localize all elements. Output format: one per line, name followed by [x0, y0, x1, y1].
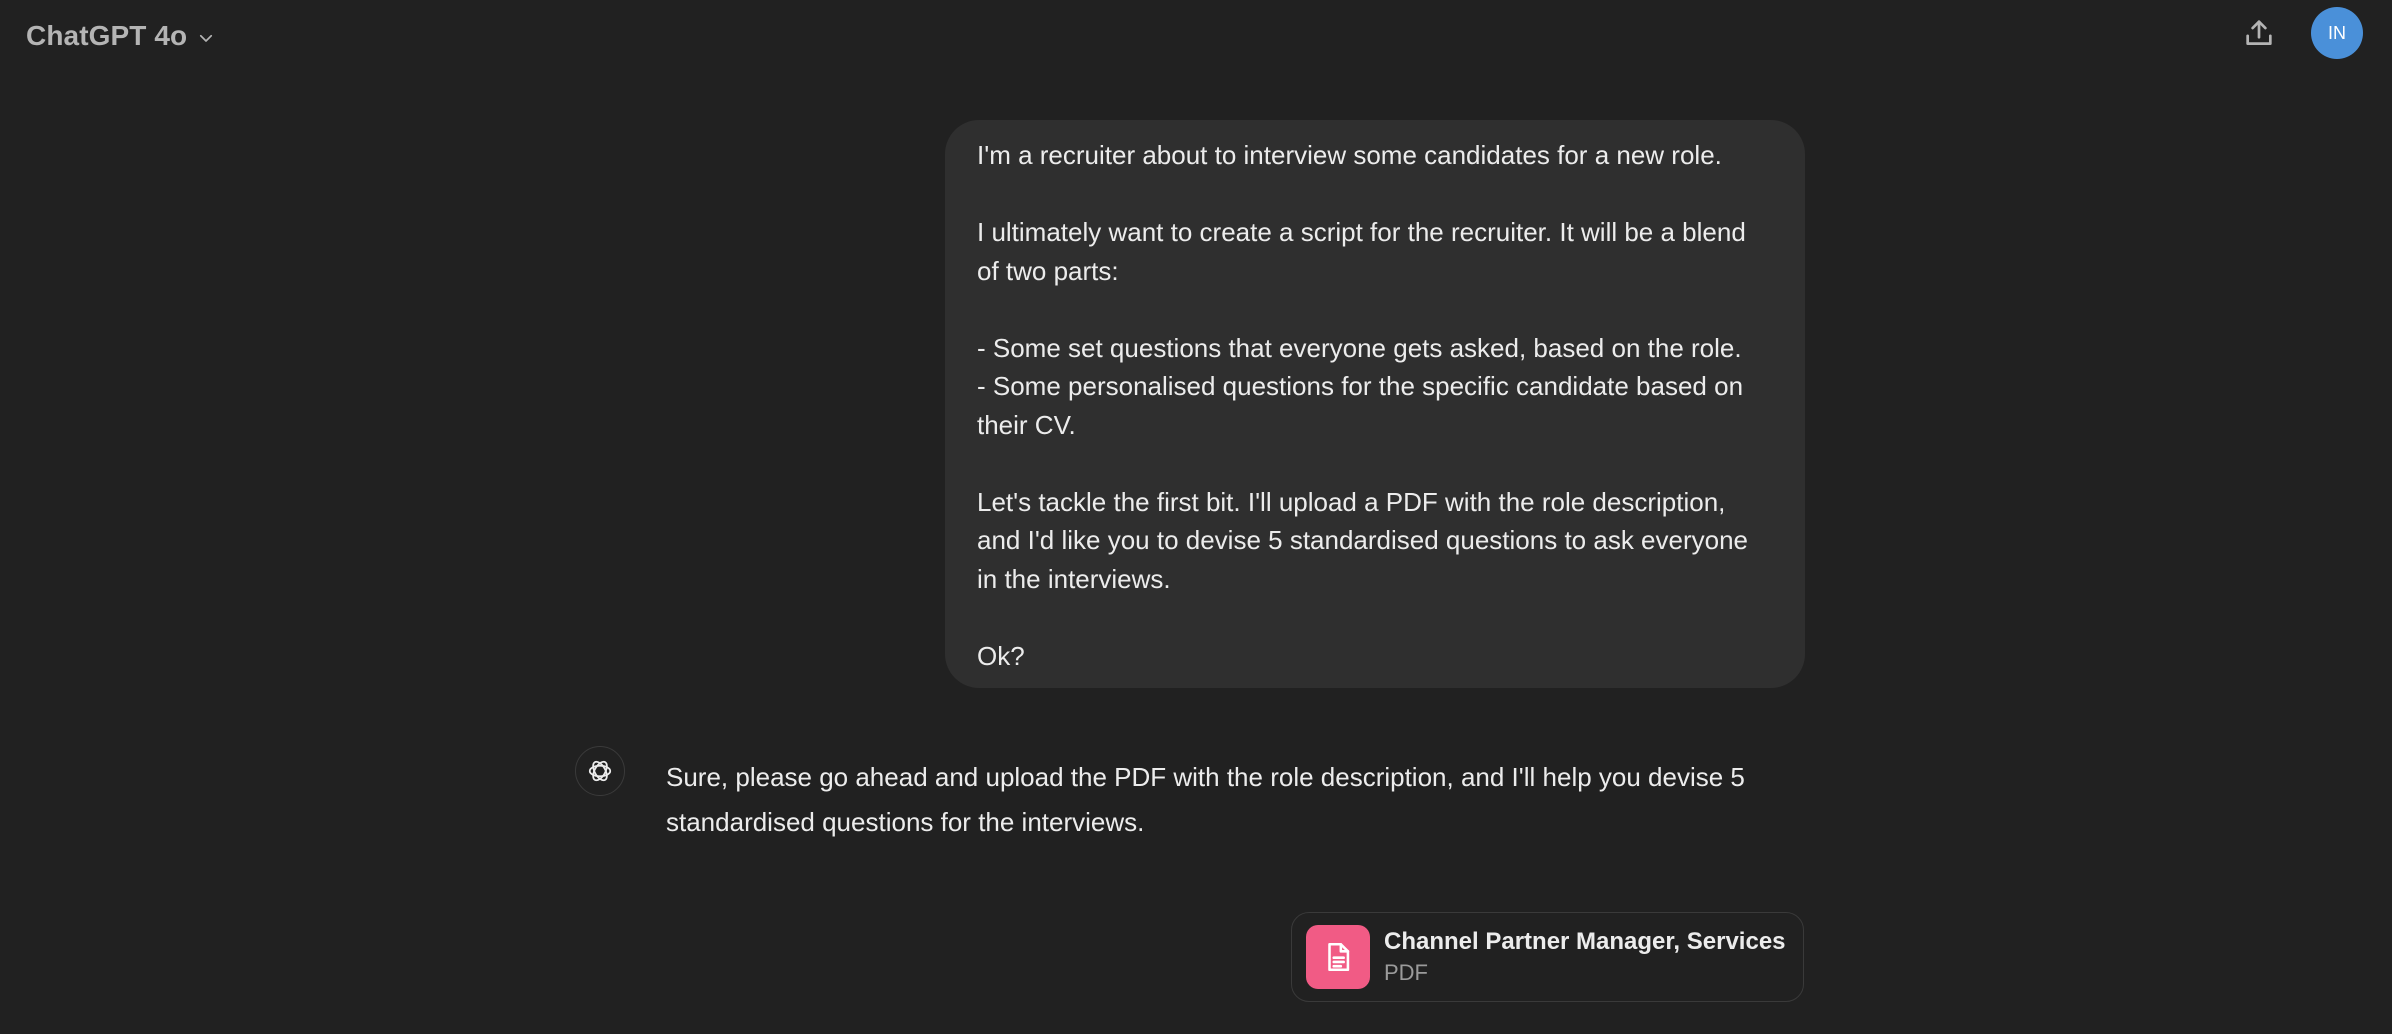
attachment-file-name: Channel Partner Manager, Services ... [1384, 928, 1789, 955]
model-selector-button[interactable]: ChatGPT 4o [14, 10, 229, 62]
chevron-down-icon [195, 27, 217, 49]
attachment-meta: Channel Partner Manager, Services ... PD… [1384, 926, 1789, 988]
attachment-file-type: PDF [1384, 960, 1428, 985]
pdf-attachment-card[interactable]: Channel Partner Manager, Services ... PD… [1291, 912, 1804, 1002]
top-bar: ChatGPT 4o IN [0, 0, 2392, 72]
model-name: ChatGPT 4o [26, 20, 188, 51]
user-message-paragraph: I ultimately want to create a script for… [977, 217, 1746, 286]
user-message-paragraph: Ok? [977, 640, 1025, 671]
user-message-paragraph: - Some set questions that everyone gets … [977, 332, 1742, 363]
avatar-initials: IN [2328, 22, 2346, 43]
share-button[interactable] [2236, 10, 2282, 56]
assistant-message-text: Sure, please go ahead and upload the PDF… [666, 762, 1745, 837]
openai-logo-icon [575, 746, 625, 796]
user-message-paragraph: - Some personalised questions for the sp… [977, 371, 1744, 440]
user-message-paragraph: I'm a recruiter about to interview some … [977, 140, 1722, 170]
document-icon [1306, 925, 1370, 989]
share-upload-icon [2242, 16, 2276, 50]
user-avatar-button[interactable]: IN [2311, 7, 2363, 59]
user-message-bubble: I'm a recruiter about to interview some … [945, 120, 1805, 688]
user-message-paragraph: Let's tackle the first bit. I'll upload … [977, 486, 1748, 594]
